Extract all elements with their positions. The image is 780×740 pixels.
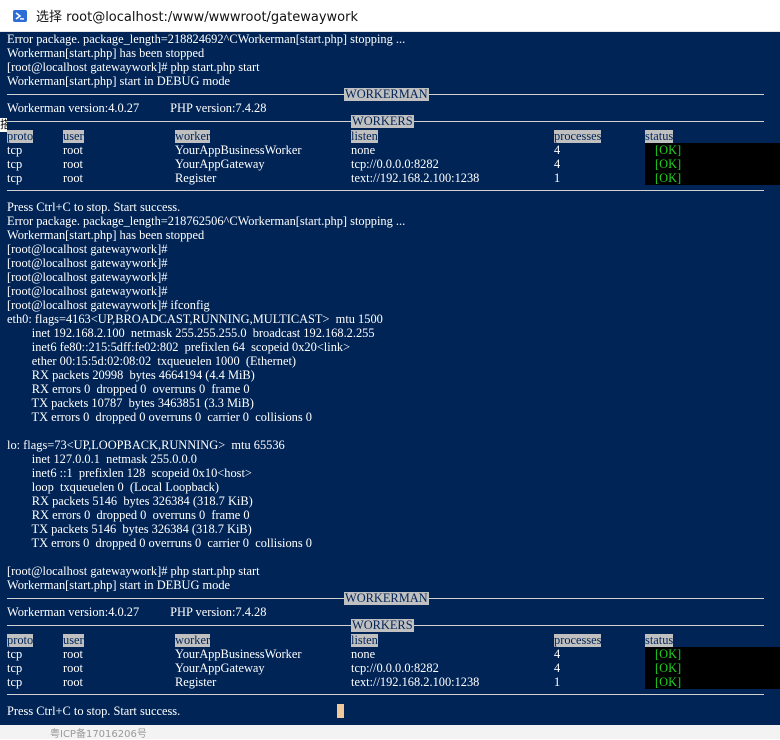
terminal-line: RX errors 0 dropped 0 overruns 0 frame 0 <box>7 508 250 522</box>
table-cell: none <box>351 647 376 661</box>
table-header-processes: processes <box>554 633 602 647</box>
terminal-line: RX errors 0 dropped 0 overruns 0 frame 0 <box>7 382 250 396</box>
workers-section-label: WORKERS <box>351 114 414 128</box>
workerman-section-label: WORKERMAN <box>344 87 429 101</box>
terminal-line: [root@localhost gatewaywork]# <box>7 270 168 284</box>
table-cell: tcp <box>7 661 23 675</box>
version-line: Workerman version:4.0.27 PHP version:7.4… <box>7 605 267 619</box>
table-header-status: status <box>645 129 674 143</box>
separator-line <box>7 694 764 695</box>
table-cell: root <box>63 661 83 675</box>
table-cell: tcp <box>7 157 23 171</box>
terminal-line: [root@localhost gatewaywork]# <box>7 256 168 270</box>
terminal-line: Workerman[start.php] has been stopped <box>7 228 205 242</box>
status-ok-badge: [OK] <box>655 143 682 157</box>
partial-window-edge: 搭 <box>0 118 7 132</box>
workers-section-label: WORKERS <box>351 618 414 632</box>
table-cell: root <box>63 171 83 185</box>
final-status-line: Press Ctrl+C to stop. Start success. <box>7 704 181 718</box>
terminal-line: loop txqueuelen 0 (Local Loopback) <box>7 480 219 494</box>
table-header-processes: processes <box>554 129 602 143</box>
status-ok-badge: [OK] <box>655 171 682 185</box>
terminal-line: ether 00:15:5d:02:08:02 txqueuelen 1000 … <box>7 354 297 368</box>
table-cell: YourAppBusinessWorker <box>175 647 302 661</box>
table-cell: YourAppGateway <box>175 157 265 171</box>
table-cell: 4 <box>554 143 561 157</box>
terminal-line: [root@localhost gatewaywork]# php start.… <box>7 564 260 578</box>
window-title: 选择 root@localhost:/www/wwwroot/gatewaywo… <box>36 10 358 25</box>
terminal-line: TX packets 10787 bytes 3463851 (3.3 MiB) <box>7 396 254 410</box>
table-cell: Register <box>175 675 217 689</box>
table-cell: text://192.168.2.100:1238 <box>351 675 480 689</box>
table-cell: 4 <box>554 647 561 661</box>
table-cell: tcp://0.0.0.0:8282 <box>351 157 439 171</box>
footer-text: 粤ICP备17016206号 <box>50 729 147 740</box>
table-cell: root <box>63 675 83 689</box>
table-cell: root <box>63 647 83 661</box>
terminal-line: inet 192.168.2.100 netmask 255.255.255.0… <box>7 326 375 340</box>
text-cursor <box>337 704 344 718</box>
terminal-line: [root@localhost gatewaywork]# <box>7 242 168 256</box>
table-header-proto: proto <box>7 633 34 647</box>
table-header-listen: listen <box>351 633 378 647</box>
terminal-line: lo: flags=73<UP,LOOPBACK,RUNNING> mtu 65… <box>7 438 285 452</box>
table-cell: 1 <box>554 171 561 185</box>
terminal-line: inet6 ::1 prefixlen 128 scopeid 0x10<hos… <box>7 466 252 480</box>
table-header-user: user <box>63 633 84 647</box>
terminal-line: Workerman[start.php] has been stopped <box>7 46 205 60</box>
workerman-section-label: WORKERMAN <box>344 591 429 605</box>
status-ok-badge: [OK] <box>655 647 682 661</box>
terminal-output[interactable]: Error package. package_length=218824692^… <box>0 32 780 739</box>
terminal-line: TX packets 5146 bytes 326384 (318.7 KiB) <box>7 522 252 536</box>
terminal-line: Press Ctrl+C to stop. Start success. <box>7 200 181 214</box>
terminal-line: inet6 fe80::215:5dff:fe02:802 prefixlen … <box>7 340 351 354</box>
table-cell: YourAppGateway <box>175 661 265 675</box>
table-cell: root <box>63 157 83 171</box>
table-header-worker: worker <box>175 129 211 143</box>
terminal-line: Error package. package_length=218824692^… <box>7 32 406 46</box>
table-cell: tcp <box>7 675 23 689</box>
version-line: Workerman version:4.0.27 PHP version:7.4… <box>7 101 267 115</box>
terminal-line: Error package. package_length=218762506^… <box>7 214 406 228</box>
table-cell: tcp://0.0.0.0:8282 <box>351 661 439 675</box>
terminal-line: [root@localhost gatewaywork]# php start.… <box>7 60 260 74</box>
terminal-line: inet 127.0.0.1 netmask 255.0.0.0 <box>7 452 197 466</box>
table-cell: tcp <box>7 143 23 157</box>
table-cell: 4 <box>554 661 561 675</box>
powershell-icon <box>13 9 27 22</box>
window-titlebar[interactable]: 选择 root@localhost:/www/wwwroot/gatewaywo… <box>0 0 780 32</box>
table-header-listen: listen <box>351 129 378 143</box>
table-cell: tcp <box>7 171 23 185</box>
status-ok-badge: [OK] <box>655 675 682 689</box>
table-header-proto: proto <box>7 129 34 143</box>
background-page-footer: 粤ICP备17016206号 <box>0 725 780 740</box>
table-header-status: status <box>645 633 674 647</box>
terminal-line: Workerman[start.php] start in DEBUG mode <box>7 74 231 88</box>
terminal-line: Workerman[start.php] start in DEBUG mode <box>7 578 231 592</box>
terminal-line: eth0: flags=4163<UP,BROADCAST,RUNNING,MU… <box>7 312 383 326</box>
table-cell: Register <box>175 171 217 185</box>
table-cell: 1 <box>554 675 561 689</box>
terminal-line: TX errors 0 dropped 0 overruns 0 carrier… <box>7 410 312 424</box>
table-cell: text://192.168.2.100:1238 <box>351 171 480 185</box>
table-header-worker: worker <box>175 633 211 647</box>
table-cell: YourAppBusinessWorker <box>175 143 302 157</box>
terminal-line: RX packets 5146 bytes 326384 (318.7 KiB) <box>7 494 253 508</box>
terminal-line: [root@localhost gatewaywork]# ifconfig <box>7 298 210 312</box>
terminal-line: TX errors 0 dropped 0 overruns 0 carrier… <box>7 536 312 550</box>
separator-line <box>7 190 764 191</box>
table-cell: tcp <box>7 647 23 661</box>
terminal-line: [root@localhost gatewaywork]# <box>7 284 168 298</box>
terminal-line: RX packets 20998 bytes 4664194 (4.4 MiB) <box>7 368 255 382</box>
table-cell: none <box>351 143 376 157</box>
table-cell: root <box>63 143 83 157</box>
table-header-user: user <box>63 129 84 143</box>
table-cell: 4 <box>554 157 561 171</box>
status-ok-badge: [OK] <box>655 157 682 171</box>
status-ok-badge: [OK] <box>655 661 682 675</box>
